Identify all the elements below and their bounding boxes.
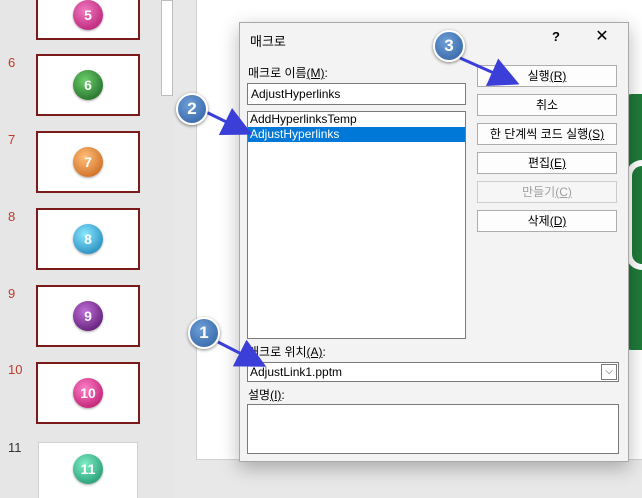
callout-3-arrow (459, 56, 520, 86)
annotation-arrows (205, 56, 520, 367)
callout-badge-3: 3 (433, 30, 465, 62)
callout-2-arrow (205, 107, 253, 135)
callout-badge-1: 1 (188, 317, 220, 349)
callout-1-arrow (217, 339, 267, 367)
callout-badge-2: 2 (176, 93, 208, 125)
